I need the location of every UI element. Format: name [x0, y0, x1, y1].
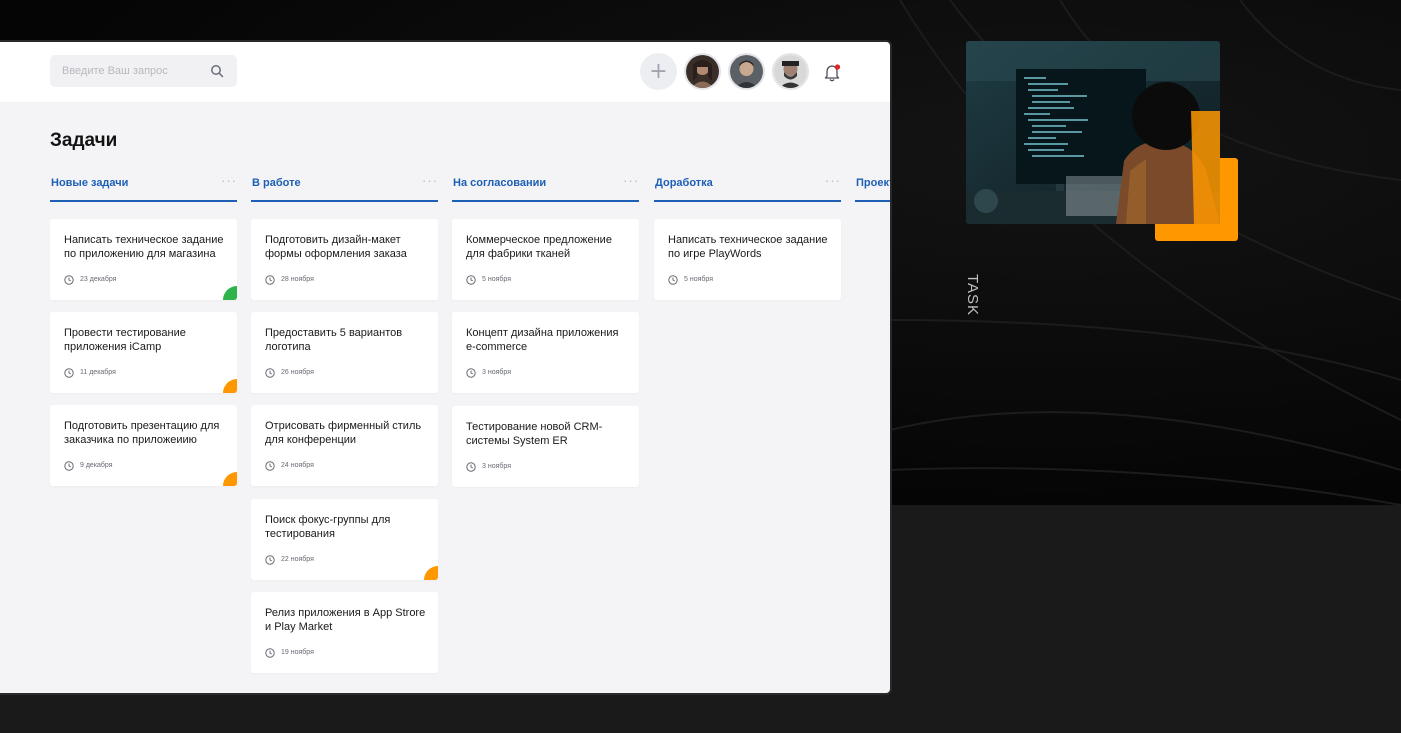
side-label: TASK — [964, 273, 982, 317]
task-date-text: 24 ноября — [281, 462, 314, 469]
status-marker — [424, 566, 438, 580]
notification-dot — [834, 64, 841, 70]
task-date-text: 23 декабря — [80, 276, 117, 283]
task-title: Тестирование новой CRM-системы System ER — [466, 421, 603, 447]
task-title: Отрисовать фирменный стиль для конференц… — [265, 420, 422, 446]
task-date-text: 3 ноября — [482, 369, 512, 376]
task-title: Предоставить 5 вариантов логотипа — [265, 327, 403, 353]
clock-icon — [668, 275, 678, 285]
task-date-text: 26 ноября — [281, 369, 314, 376]
avatar[interactable] — [772, 53, 809, 90]
clock-icon — [64, 461, 74, 471]
task-card[interactable]: Отрисовать фирменный стиль для конференц… — [251, 405, 438, 486]
clock-icon — [466, 275, 476, 285]
column-title: В работе — [252, 177, 301, 189]
task-date-text: 11 декабря — [80, 369, 116, 376]
clock-icon — [265, 555, 275, 565]
status-marker — [223, 379, 237, 393]
task-title: Провести тестирование приложения iCamp — [64, 327, 186, 353]
task-title: Написать техническое задание по приложен… — [64, 234, 224, 260]
clock-icon — [265, 461, 275, 471]
clock-icon — [265, 275, 275, 285]
clock-icon — [64, 275, 74, 285]
plus-icon: + — [649, 59, 668, 84]
clock-icon — [265, 648, 275, 658]
status-marker — [223, 472, 237, 486]
column-revision: Доработка ··· Написать техническое задан… — [654, 172, 841, 312]
column-approval: На согласовании ··· Коммерческое предлож… — [452, 172, 639, 512]
avatar-image — [686, 55, 719, 88]
task-title: Концепт дизайна приложения e-commerce — [466, 327, 619, 353]
column-header[interactable]: В работе ··· — [251, 172, 438, 202]
clock-icon — [466, 462, 476, 472]
task-card[interactable]: Написать техническое задание по приложен… — [50, 219, 237, 300]
developer-photo-image — [966, 41, 1220, 224]
developer-photo — [966, 41, 1220, 224]
status-marker — [223, 286, 237, 300]
column-title: На согласовании — [453, 177, 547, 189]
task-card[interactable]: Провести тестирование приложения iCamp 1… — [50, 312, 237, 393]
avatar-image — [774, 55, 807, 88]
column-title: Новые задачи — [51, 177, 129, 189]
column-header[interactable]: На согласовании ··· — [452, 172, 639, 202]
task-title: Подготовить презентацию для заказчика по… — [64, 420, 220, 446]
clock-icon — [64, 368, 74, 378]
search-input[interactable] — [62, 63, 202, 79]
search-icon[interactable] — [210, 64, 224, 78]
task-card[interactable]: Коммерческое предложение для фабрики тка… — [452, 219, 639, 300]
task-date-text: 5 ноября — [482, 276, 512, 283]
task-card[interactable]: Тестирование новой CRM-системы System ER… — [452, 406, 639, 487]
task-card[interactable]: Концепт дизайна приложения e-commerce 3 … — [452, 312, 639, 393]
task-date-text: 9 декабря — [80, 462, 113, 469]
avatar[interactable] — [728, 53, 765, 90]
more-options-icon[interactable]: ··· — [422, 173, 438, 188]
more-options-icon[interactable]: ··· — [623, 173, 639, 188]
column-header[interactable]: Проект — [855, 172, 892, 202]
avatar[interactable] — [684, 53, 721, 90]
column-header[interactable]: Доработка ··· — [654, 172, 841, 202]
task-card[interactable]: Подготовить презентацию для заказчика по… — [50, 405, 237, 486]
task-date-text: 28 ноября — [281, 276, 314, 283]
task-board-window: + — [0, 40, 892, 695]
task-title: Подготовить дизайн-макет формы оформлени… — [265, 234, 407, 260]
column-title: Проект — [856, 177, 892, 189]
task-card[interactable]: Релиз приложения в App Strore и Play Mar… — [251, 592, 438, 673]
task-card[interactable]: Написать техническое задание по игре Pla… — [654, 219, 841, 300]
task-date-text: 5 ноября — [684, 276, 714, 283]
avatar-image — [730, 55, 763, 88]
task-card[interactable]: Поиск фокус-группы для тестирования 22 н… — [251, 499, 438, 580]
more-options-icon[interactable]: ··· — [221, 173, 237, 188]
clock-icon — [466, 368, 476, 378]
bell-icon[interactable] — [824, 63, 842, 83]
column-new-tasks: Новые задачи ··· Написать техническое за… — [50, 172, 237, 512]
page-title: Задачи — [50, 130, 118, 151]
column-project: Проект — [855, 172, 892, 212]
top-bar: + — [0, 42, 890, 102]
column-in-progress: В работе ··· Подготовить дизайн-макет фо… — [251, 172, 438, 693]
task-date-text: 19 ноября — [281, 649, 314, 656]
task-title: Написать техническое задание по игре Pla… — [668, 234, 828, 260]
search-box[interactable] — [50, 55, 237, 87]
task-title: Поиск фокус-группы для тестирования — [265, 514, 391, 540]
task-title: Релиз приложения в App Strore и Play Mar… — [265, 607, 426, 633]
column-title: Доработка — [655, 177, 713, 189]
task-date-text: 3 ноября — [482, 463, 512, 470]
task-title: Коммерческое предложение для фабрики тка… — [466, 234, 612, 260]
task-card[interactable]: Предоставить 5 вариантов логотипа 26 ноя… — [251, 312, 438, 393]
add-button[interactable]: + — [640, 53, 677, 90]
task-card[interactable]: Подготовить дизайн-макет формы оформлени… — [251, 219, 438, 300]
task-date-text: 22 ноября — [281, 556, 314, 563]
more-options-icon[interactable]: ··· — [825, 173, 841, 188]
clock-icon — [265, 368, 275, 378]
column-header[interactable]: Новые задачи ··· — [50, 172, 237, 202]
